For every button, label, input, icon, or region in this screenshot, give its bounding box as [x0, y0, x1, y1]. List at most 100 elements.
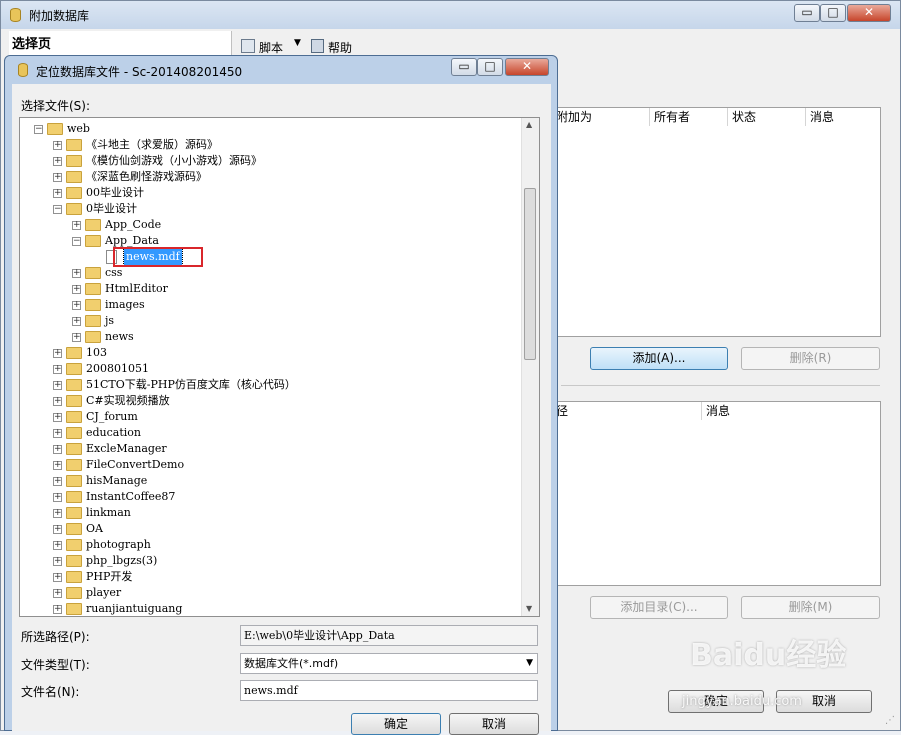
dialog-cancel-button[interactable]: 取消 [449, 713, 539, 735]
collapse-icon[interactable]: − [72, 237, 81, 246]
tree-folder-item[interactable]: − 0毕业设计 [20, 201, 520, 217]
tree-folder-item[interactable]: + css [20, 265, 520, 281]
tree-folder-item[interactable]: + photograph [20, 537, 520, 553]
expand-icon[interactable]: + [53, 189, 62, 198]
tree-folder-item[interactable]: + OA [20, 521, 520, 537]
expand-icon[interactable]: + [53, 541, 62, 550]
tree-folder-item[interactable]: + 《模仿仙剑游戏（小小游戏）源码》 [20, 153, 520, 169]
col-header[interactable]: 消息 [806, 108, 880, 126]
expand-icon[interactable]: + [72, 301, 81, 310]
dialog-close-button[interactable]: ✕ [505, 58, 549, 76]
add-catalog-button[interactable]: 添加目录(C)... [590, 596, 728, 619]
tree-folder-item[interactable]: + player [20, 585, 520, 601]
expand-icon[interactable]: + [53, 605, 62, 614]
expand-icon[interactable]: + [53, 525, 62, 534]
tree-folder-item[interactable]: + ExcleManager [20, 441, 520, 457]
tree-folder-item[interactable]: +00毕业设计 [20, 185, 520, 201]
collapse-icon[interactable]: − [53, 205, 62, 214]
expand-icon[interactable]: + [72, 269, 81, 278]
tree-folder-item[interactable]: +200801051 [20, 361, 520, 377]
expand-icon[interactable]: + [53, 477, 62, 486]
minimize-button[interactable]: ▭ [794, 4, 820, 22]
remove-catalog-button[interactable]: 删除(M) [741, 596, 880, 619]
expand-icon[interactable]: + [53, 141, 62, 150]
col-header[interactable]: 状态 [728, 108, 806, 126]
tree-file-item[interactable]: news.mdf [20, 248, 520, 266]
expand-icon[interactable]: + [53, 349, 62, 358]
selected-path-field[interactable]: E:\web\0毕业设计\App_Data [240, 625, 538, 646]
folder-icon [66, 555, 82, 567]
dialog-minimize-button[interactable]: ▭ [451, 58, 477, 76]
tree-folder-item[interactable]: + hisManage [20, 473, 520, 489]
expand-icon[interactable]: + [53, 365, 62, 374]
file-type-select[interactable]: 数据库文件(*.mdf) ▼ [240, 653, 538, 674]
expand-icon[interactable]: + [53, 413, 62, 422]
tree-item-label: php_lbgzs(3) [86, 554, 158, 567]
expand-icon[interactable]: + [53, 157, 62, 166]
dialog-maximize-button[interactable]: □ [477, 58, 503, 76]
file-tree[interactable]: − web + 《斗地主（求爱版）源码》 + 《模仿仙剑游戏（小小游戏）源码》 + 《深蓝色刷… [19, 117, 540, 617]
tree-folder-item[interactable]: + FileConvertDemo [20, 457, 520, 473]
tree-item-label: OA [86, 522, 103, 535]
databases-grid[interactable]: 附加为 所有者 状态 消息 [551, 107, 881, 337]
expand-icon[interactable]: + [53, 397, 62, 406]
expand-icon[interactable]: + [53, 557, 62, 566]
expand-icon[interactable]: + [72, 285, 81, 294]
tree-folder-item[interactable]: + education [20, 425, 520, 441]
remove-button[interactable]: 删除(R) [741, 347, 880, 370]
expand-icon[interactable]: + [53, 429, 62, 438]
script-button[interactable]: 脚本 [259, 39, 283, 56]
tree-item-label: 0毕业设计 [86, 202, 137, 215]
tree-folder-item[interactable]: +51CTO下载-PHP仿百度文库（核心代码） [20, 377, 520, 393]
expand-icon[interactable]: + [72, 317, 81, 326]
tree-folder-item[interactable]: + 《斗地主（求爱版）源码》 [20, 137, 520, 153]
help-button[interactable]: 帮助 [328, 39, 352, 56]
tree-folder-item[interactable]: + news [20, 329, 520, 345]
tree-folder-item[interactable]: + php_lbgzs(3) [20, 553, 520, 569]
expand-icon[interactable]: + [53, 493, 62, 502]
tree-folder-item[interactable]: + ruanjiantuiguang [20, 601, 520, 616]
add-button[interactable]: 添加(A)... [590, 347, 728, 370]
col-header[interactable]: 径 [552, 402, 702, 420]
col-header[interactable]: 所有者 [650, 108, 728, 126]
col-header[interactable]: 消息 [702, 402, 880, 420]
tree-folder-item[interactable]: + 《深蓝色刷怪游戏源码》 [20, 169, 520, 185]
expand-icon[interactable]: + [53, 461, 62, 470]
expand-icon[interactable]: + [72, 221, 81, 230]
tree-folder-item[interactable]: − web [20, 121, 520, 137]
tree-folder-item[interactable]: + images [20, 297, 520, 313]
tree-folder-item[interactable]: + CJ_forum [20, 409, 520, 425]
expand-icon[interactable]: + [53, 173, 62, 182]
col-header[interactable]: 附加为 [552, 108, 650, 126]
tree-item-label: 《深蓝色刷怪游戏源码》 [86, 170, 207, 183]
chevron-down-icon[interactable]: ▼ [526, 654, 533, 673]
tree-folder-item[interactable]: + js [20, 313, 520, 329]
expand-icon[interactable]: + [72, 333, 81, 342]
expand-icon[interactable]: + [53, 589, 62, 598]
vertical-scrollbar[interactable]: ▲ ▼ [521, 118, 539, 616]
close-button[interactable]: ✕ [847, 4, 891, 22]
tree-item-label: player [86, 586, 122, 599]
tree-folder-item[interactable]: + InstantCoffee87 [20, 489, 520, 505]
scroll-down-icon[interactable]: ▼ [526, 604, 532, 613]
tree-folder-item[interactable]: − App_Data [20, 233, 520, 249]
expand-icon[interactable]: + [53, 509, 62, 518]
tree-folder-item[interactable]: + C#实现视频播放 [20, 393, 520, 409]
tree-folder-item[interactable]: + HtmlEditor [20, 281, 520, 297]
resize-grip-icon[interactable]: ⋰ [885, 715, 895, 726]
collapse-icon[interactable]: − [34, 125, 43, 134]
tree-folder-item[interactable]: + linkman [20, 505, 520, 521]
details-grid[interactable]: 径 消息 [551, 401, 881, 586]
maximize-button[interactable]: □ [820, 4, 846, 22]
chevron-down-icon[interactable]: ▼ [294, 38, 301, 48]
tree-folder-item[interactable]: +103 [20, 345, 520, 361]
dialog-ok-button[interactable]: 确定 [351, 713, 441, 735]
expand-icon[interactable]: + [53, 445, 62, 454]
expand-icon[interactable]: + [53, 573, 62, 582]
scroll-thumb[interactable] [524, 188, 536, 360]
scroll-up-icon[interactable]: ▲ [526, 120, 532, 129]
expand-icon[interactable]: + [53, 381, 62, 390]
file-name-input[interactable]: news.mdf [240, 680, 538, 701]
tree-folder-item[interactable]: + App_Code [20, 217, 520, 233]
tree-folder-item[interactable]: + PHP开发 [20, 569, 520, 585]
